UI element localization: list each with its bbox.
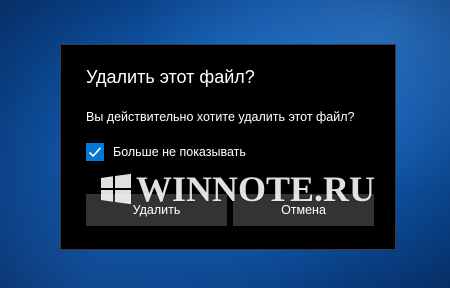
dialog-message: Вы действительно хотите удалить этот фай… bbox=[86, 110, 355, 124]
checkbox-box[interactable] bbox=[86, 143, 104, 161]
dont-show-again-checkbox[interactable]: Больше не показывать bbox=[86, 142, 246, 162]
delete-button[interactable]: Удалить bbox=[86, 194, 227, 226]
dialog-title: Удалить этот файл? bbox=[86, 67, 255, 87]
checkbox-label: Больше не показывать bbox=[113, 145, 246, 159]
delete-file-dialog: Удалить этот файл? Вы действительно хоти… bbox=[60, 44, 396, 250]
cancel-button[interactable]: Отмена bbox=[233, 194, 374, 226]
checkmark-icon bbox=[88, 147, 102, 158]
